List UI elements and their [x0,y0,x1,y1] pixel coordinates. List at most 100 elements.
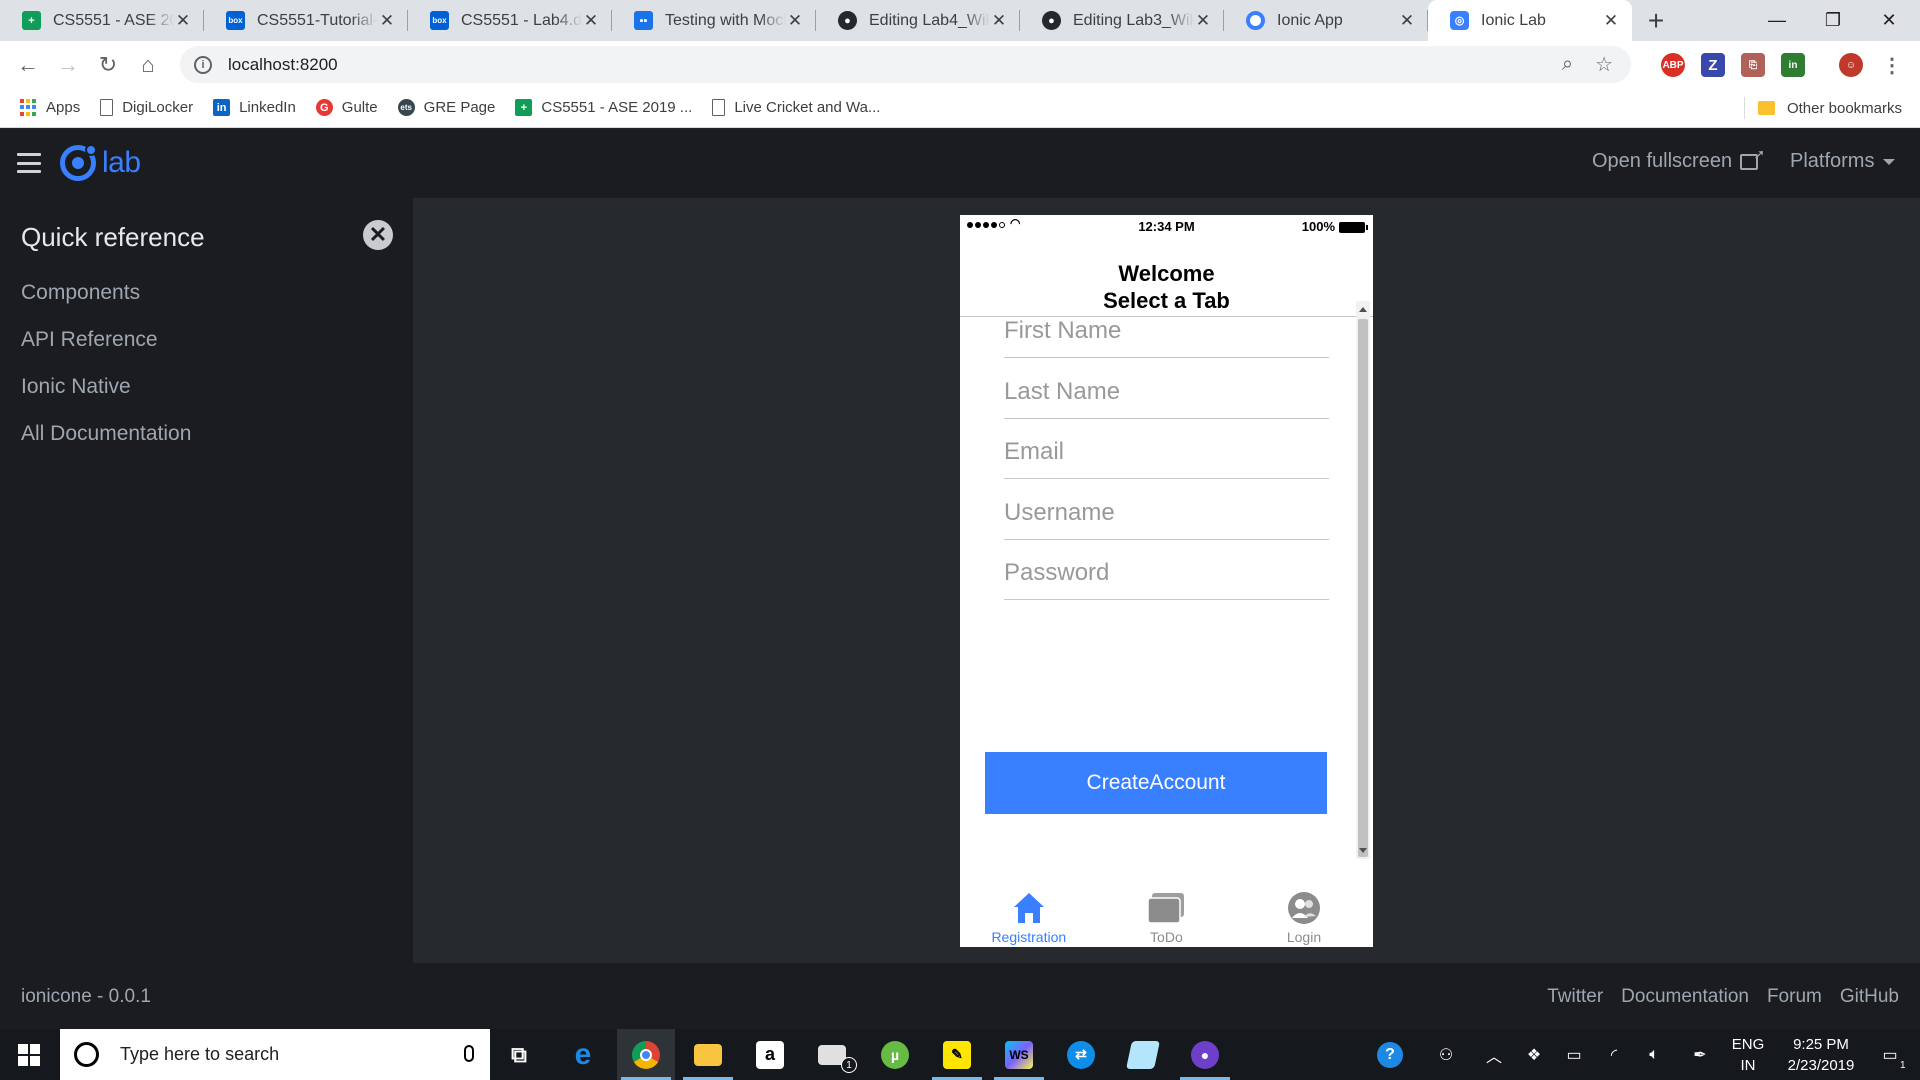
webstorm-icon[interactable]: WS [990,1029,1048,1080]
tab-close-icon[interactable]: ✕ [1398,11,1416,31]
ionic-logo-icon [60,144,97,181]
action-center-icon[interactable]: ▭ 1 [1868,1029,1912,1080]
other-bookmarks[interactable]: Other bookmarks [1757,93,1902,123]
bookmark-apps[interactable]: Apps [10,93,90,123]
close-sidebar-icon[interactable]: ✕ [363,220,393,250]
sidebar-link-all-documentation[interactable]: All Documentation [21,422,191,446]
network-icon[interactable]: ◜ [1600,1029,1628,1080]
tab-close-icon[interactable]: ✕ [378,11,396,31]
profile-avatar[interactable]: ☺ [1839,53,1863,77]
footer-link-documentation[interactable]: Documentation [1621,986,1749,1008]
zoom-icon[interactable]: ⌕ [1562,53,1573,76]
bookmark-label: Gulte [341,99,378,116]
bookmark-linkedin[interactable]: in LinkedIn [203,93,306,123]
mockito-icon: ▪▪ [634,11,653,30]
bookmark-gulte[interactable]: G Gulte [306,93,388,123]
input-language[interactable]: ENG IN [1726,1034,1770,1076]
utorrent-icon[interactable]: µ [866,1029,924,1080]
microphone-icon[interactable] [464,1045,474,1062]
amazon-icon[interactable]: a [741,1029,799,1080]
pen-workspace-icon[interactable]: ✒ [1684,1029,1716,1080]
browser-tab[interactable]: ● Editing Lab4_Wiki ✕ [816,0,1020,41]
github-desktop-icon[interactable]: ● [1176,1029,1234,1080]
content-scrollbar[interactable] [1356,301,1370,859]
sidebar-link-api-reference[interactable]: API Reference [21,328,158,352]
sticky-notes-icon[interactable]: ✎ [928,1029,986,1080]
browser-tab[interactable]: + CS5551 - ASE 2019✕ [0,0,204,41]
email-input[interactable] [1004,438,1329,466]
forward-arrow-icon[interactable]: → [48,45,88,85]
people-icon[interactable]: ⚇ [1430,1029,1462,1080]
footer-link-twitter[interactable]: Twitter [1547,986,1603,1008]
bookmark-cs5551[interactable]: + CS5551 - ASE 2019 ... [505,93,702,123]
browser-tab[interactable]: Ionic App ✕ [1224,0,1428,41]
taskbar-clock[interactable]: 9:25 PM 2/23/2019 [1776,1034,1866,1076]
tab-close-icon[interactable]: ✕ [582,11,600,31]
chrome-icon[interactable] [617,1029,675,1080]
footer-link-forum[interactable]: Forum [1767,986,1822,1008]
browser-tab-active[interactable]: ◎ Ionic Lab ✕ [1428,0,1632,41]
bookmark-label: DigiLocker [122,99,194,116]
edge-icon[interactable]: e [554,1029,612,1080]
windows-start-icon[interactable] [18,1044,40,1066]
create-account-button[interactable]: CreateAccount [985,752,1327,814]
back-arrow-icon[interactable]: ← [8,45,48,85]
bookmark-star-icon[interactable]: ☆ [1595,52,1613,77]
tab-close-icon[interactable]: ✕ [786,11,804,31]
tab-registration[interactable]: Registration [960,877,1098,947]
teamviewer-icon[interactable]: ⇄ [1052,1029,1110,1080]
chrome-menu-icon[interactable]: ⋮ [1880,53,1904,77]
scroll-up-arrow-icon[interactable] [1359,307,1367,312]
scroll-down-arrow-icon[interactable] [1359,848,1367,853]
page-icon [100,99,114,116]
dropbox-icon[interactable]: ❖ [1520,1029,1548,1080]
sidebar-link-ionic-native[interactable]: Ionic Native [21,375,131,399]
new-tab-button[interactable]: + [1632,0,1680,41]
last-name-input[interactable] [1004,378,1329,406]
github-icon: ● [838,11,857,30]
browser-tab[interactable]: box CS5551 - Lab4.docx✕ [408,0,612,41]
browser-tab[interactable]: ● Editing Lab3_Wiki ✕ [1020,0,1224,41]
scroll-thumb[interactable] [1358,319,1368,857]
zotero-icon[interactable]: Z [1701,53,1725,77]
sidebar-link-components[interactable]: Components [21,281,140,305]
hamburger-menu-icon[interactable] [17,153,41,173]
volume-icon[interactable]: 🔈︎ [1640,1029,1668,1080]
tab-login[interactable]: Login [1235,877,1373,947]
password-input[interactable] [1004,559,1329,587]
platforms-dropdown[interactable]: Platforms [1790,150,1896,173]
ets-icon: ets [397,99,415,116]
home-icon[interactable]: ⌂ [128,45,168,85]
tab-close-icon[interactable]: ✕ [1194,11,1212,31]
open-fullscreen-link[interactable]: Open fullscreen [1592,146,1765,173]
show-hidden-icons-chevron[interactable]: ︿ [1480,1029,1508,1080]
bookmark-digilocker[interactable]: DigiLocker [90,93,203,123]
close-window-button[interactable]: ✕ [1856,0,1920,41]
notepad-app-icon[interactable] [1114,1029,1172,1080]
first-name-input[interactable] [1004,317,1329,345]
file-explorer-icon[interactable] [679,1029,737,1080]
adblock-icon[interactable]: ABP [1661,53,1685,77]
help-icon[interactable]: ? [1374,1029,1406,1080]
tab-close-icon[interactable]: ✕ [174,11,192,31]
platforms-label: Platforms [1790,150,1875,172]
bookmark-gre-page[interactable]: ets GRE Page [388,93,506,123]
tab-close-icon[interactable]: ✕ [990,11,1008,31]
footer-link-github[interactable]: GitHub [1840,986,1899,1008]
site-info-icon[interactable]: i [194,55,212,74]
username-input[interactable] [1004,499,1329,527]
browser-tab[interactable]: box CS5551-Tutorial-IV✕ [204,0,408,41]
battery-tray-icon[interactable]: ▭ [1560,1029,1588,1080]
address-bar[interactable]: i localhost:8200 ⌕ ☆ [180,46,1631,83]
tab-todo[interactable]: ToDo [1098,877,1236,947]
taskbar-search[interactable]: Type here to search [60,1029,490,1080]
clock-time: 9:25 PM [1793,1036,1849,1053]
browser-tab[interactable]: ▪▪ Testing with Mockito✕ [612,0,816,41]
linkedin-extension-icon[interactable]: in [1781,53,1805,77]
bookmark-live-cricket[interactable]: Live Cricket and Wa... [702,93,890,123]
acrobat-icon[interactable]: ⎘ [1741,53,1765,77]
mail-icon[interactable]: 1 [803,1029,861,1080]
tab-close-icon[interactable]: ✕ [1602,11,1620,31]
task-view-icon[interactable]: ⧉ [490,1029,548,1080]
reload-icon[interactable]: ↻ [88,45,128,85]
